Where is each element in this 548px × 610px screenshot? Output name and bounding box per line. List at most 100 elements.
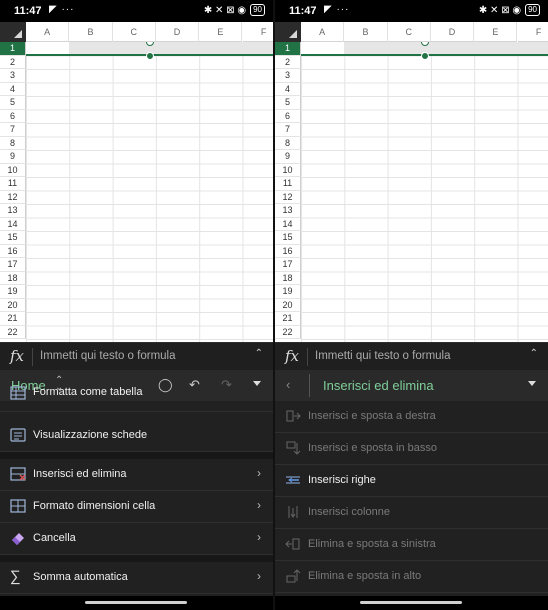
menu-item-sposta-destra[interactable]: Inserisci e sposta a destra bbox=[275, 401, 548, 433]
row-header-18[interactable]: 18 bbox=[275, 271, 301, 285]
formula-bar[interactable]: fx Immetti qui testo o formula ⌃ bbox=[275, 342, 548, 371]
column-header-d[interactable]: D bbox=[430, 22, 475, 42]
row-header-7[interactable]: 7 bbox=[275, 123, 301, 137]
back-icon[interactable]: ‹ bbox=[286, 377, 290, 392]
column-header-b[interactable]: B bbox=[69, 22, 113, 42]
row-header-21[interactable]: 21 bbox=[0, 312, 26, 326]
ribbon-collapse-icon[interactable] bbox=[253, 381, 261, 386]
menu-item-formatta-tabella[interactable]: Formatta come tabella bbox=[0, 386, 273, 412]
column-header-f[interactable]: F bbox=[517, 22, 548, 42]
fx-icon[interactable]: fx bbox=[285, 347, 299, 365]
row-header-8[interactable]: 8 bbox=[275, 136, 301, 150]
cell-area[interactable] bbox=[26, 42, 273, 342]
menu-item-inserisci-colonne[interactable]: Inserisci colonne bbox=[275, 497, 548, 529]
selection-handle-bottom[interactable] bbox=[146, 52, 154, 60]
row-header-6[interactable]: 6 bbox=[0, 109, 26, 123]
row-header-4[interactable]: 4 bbox=[0, 82, 26, 96]
menu-item-formato-dimensioni[interactable]: Formato dimensioni cella › bbox=[0, 491, 273, 523]
select-all-corner[interactable] bbox=[275, 22, 301, 42]
active-cell[interactable] bbox=[26, 42, 69, 54]
row-header-3[interactable]: 3 bbox=[0, 69, 26, 83]
row-header-22[interactable]: 22 bbox=[0, 325, 26, 339]
row-header-22[interactable]: 22 bbox=[275, 325, 301, 339]
row-header-15[interactable]: 15 bbox=[275, 231, 301, 245]
formula-input[interactable]: Immetti qui testo o formula bbox=[315, 350, 451, 362]
row-header-14[interactable]: 14 bbox=[275, 217, 301, 231]
row-header-16[interactable]: 16 bbox=[0, 244, 26, 258]
row-header-18[interactable]: 18 bbox=[0, 271, 26, 285]
row-header-5[interactable]: 5 bbox=[275, 96, 301, 110]
row-header-12[interactable]: 12 bbox=[275, 190, 301, 204]
menu-item-cancella[interactable]: Cancella › bbox=[0, 523, 273, 555]
row-header-13[interactable]: 13 bbox=[0, 204, 26, 218]
insert-columns-icon bbox=[285, 505, 301, 519]
column-header-a[interactable]: A bbox=[26, 22, 70, 42]
row-header-20[interactable]: 20 bbox=[275, 298, 301, 312]
menu-item-somma-automatica[interactable]: ∑ Somma automatica › bbox=[0, 562, 273, 594]
menu-label: Somma automatica bbox=[33, 571, 128, 583]
column-header-c[interactable]: C bbox=[387, 22, 431, 42]
column-header-a[interactable]: A bbox=[301, 22, 345, 42]
cell-size-icon bbox=[10, 499, 26, 513]
row-header-10[interactable]: 10 bbox=[275, 163, 301, 177]
row-header-6[interactable]: 6 bbox=[275, 109, 301, 123]
row-header-14[interactable]: 14 bbox=[0, 217, 26, 231]
row-header-8[interactable]: 8 bbox=[0, 136, 26, 150]
ribbon-collapse-icon[interactable] bbox=[528, 381, 536, 386]
row-header-21[interactable]: 21 bbox=[275, 312, 301, 326]
row-header-4[interactable]: 4 bbox=[275, 82, 301, 96]
row-header-19[interactable]: 19 bbox=[0, 285, 26, 299]
home-indicator[interactable] bbox=[85, 601, 187, 604]
column-header-b[interactable]: B bbox=[344, 22, 388, 42]
column-header-c[interactable]: C bbox=[112, 22, 156, 42]
menu-item-sposta-alto[interactable]: Elimina e sposta in alto bbox=[275, 561, 548, 593]
menu-item-sposta-basso[interactable]: Inserisci e sposta in basso bbox=[275, 433, 548, 465]
row-header-1[interactable]: 1 bbox=[0, 42, 26, 56]
menu-item-inserisci-elimina[interactable]: Inserisci ed elimina › bbox=[0, 459, 273, 491]
column-header-d[interactable]: D bbox=[155, 22, 200, 42]
row-header-10[interactable]: 10 bbox=[0, 163, 26, 177]
row-header-19[interactable]: 19 bbox=[275, 285, 301, 299]
formula-input[interactable]: Immetti qui testo o formula bbox=[40, 350, 176, 362]
row-header-1[interactable]: 1 bbox=[275, 42, 301, 56]
menu-label: Inserisci righe bbox=[308, 474, 376, 486]
spreadsheet-grid[interactable]: A B C D E F 1 2 3 4 5 6 7 8 9 10 11 12 13 14 15 16 17 18 19 20 21 2… bbox=[275, 22, 548, 342]
column-header-e[interactable]: E bbox=[199, 22, 243, 42]
row-header-9[interactable]: 9 bbox=[0, 150, 26, 164]
select-all-corner[interactable] bbox=[0, 22, 26, 42]
formula-bar[interactable]: fx Immetti qui testo o formula ⌃ bbox=[0, 342, 273, 371]
menu-item-visualizzazione-schede[interactable]: Visualizzazione schede bbox=[0, 420, 273, 452]
column-header-f[interactable]: F bbox=[242, 22, 273, 42]
row-header-11[interactable]: 11 bbox=[0, 177, 26, 191]
chevron-right-icon: › bbox=[257, 466, 261, 480]
expand-chevron-icon[interactable]: ⌃ bbox=[255, 348, 263, 359]
row-header-15[interactable]: 15 bbox=[0, 231, 26, 245]
active-cell[interactable] bbox=[301, 42, 344, 54]
row-header-17[interactable]: 17 bbox=[0, 258, 26, 272]
battery-icon: 90 bbox=[525, 4, 540, 16]
row-header-2[interactable]: 2 bbox=[0, 55, 26, 69]
row-header-7[interactable]: 7 bbox=[0, 123, 26, 137]
menu-item-sposta-sinistra[interactable]: Elimina e sposta a sinistra bbox=[275, 529, 548, 561]
row-header-2[interactable]: 2 bbox=[275, 55, 301, 69]
row-header-12[interactable]: 12 bbox=[0, 190, 26, 204]
row-header-17[interactable]: 17 bbox=[275, 258, 301, 272]
row-header-20[interactable]: 20 bbox=[0, 298, 26, 312]
row-header-3[interactable]: 3 bbox=[275, 69, 301, 83]
ribbon-submenu-title[interactable]: Inserisci ed elimina bbox=[323, 378, 434, 393]
column-header-e[interactable]: E bbox=[474, 22, 518, 42]
row-header-13[interactable]: 13 bbox=[275, 204, 301, 218]
spreadsheet-grid[interactable]: A B C D E F 1 2 3 4 5 6 7 8 9 10 11 12 13 14 15 16 17 18 19 20 21 2… bbox=[0, 22, 273, 342]
home-indicator[interactable] bbox=[360, 601, 462, 604]
chevron-right-icon: › bbox=[257, 498, 261, 512]
selection-handle-bottom[interactable] bbox=[421, 52, 429, 60]
menu-item-inserisci-righe[interactable]: Inserisci righe bbox=[275, 465, 548, 497]
expand-chevron-icon[interactable]: ⌃ bbox=[530, 348, 538, 359]
row-header-11[interactable]: 11 bbox=[275, 177, 301, 191]
ribbon-menu: Formatta come tabella Visualizzazione sc… bbox=[0, 386, 273, 596]
row-header-16[interactable]: 16 bbox=[275, 244, 301, 258]
row-header-5[interactable]: 5 bbox=[0, 96, 26, 110]
row-header-9[interactable]: 9 bbox=[275, 150, 301, 164]
fx-icon[interactable]: fx bbox=[10, 347, 24, 365]
cell-area[interactable] bbox=[301, 42, 548, 342]
